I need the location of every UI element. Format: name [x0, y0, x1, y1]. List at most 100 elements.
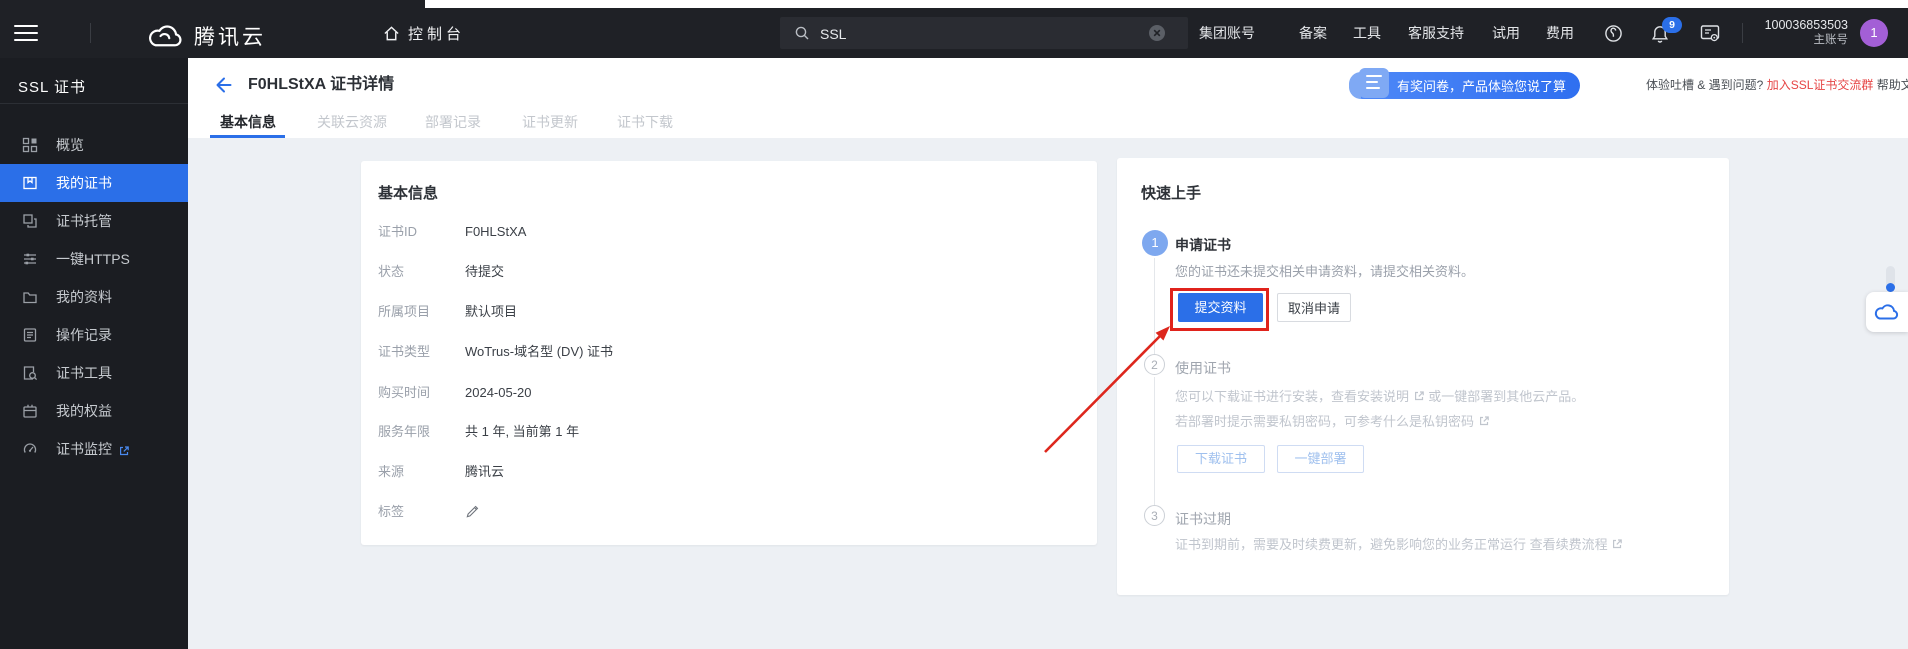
tab-certificate-renewal[interactable]: 证书更新 [522, 112, 578, 138]
step-1-description: 您的证书还未提交相关申请资料，请提交相关资料。 [1175, 263, 1474, 281]
sidebar-item-overview[interactable]: 概览 [0, 126, 188, 164]
page-title: F0HLStXA 证书详情 [248, 74, 394, 96]
sidebar-item-one-click-https[interactable]: 一键HTTPS [0, 240, 188, 278]
tencent-cloud-logo[interactable]: 腾讯云 [147, 21, 266, 51]
basic-info-card: 基本信息 证书IDF0HLStXA 状态待提交 所属项目默认项目 证书类型WoT… [361, 161, 1097, 545]
nav-support[interactable]: 客服支持 [1408, 8, 1464, 58]
my-profile-icon [22, 289, 38, 305]
console-settings-icon[interactable] [1700, 24, 1720, 42]
page-header: F0HLStXA 证书详情 有奖问卷，产品体验您说了算 体验吐槽 & 遇到问题?… [188, 58, 1908, 139]
status-value: 待提交 [465, 263, 504, 281]
hamburger-menu-icon[interactable] [14, 25, 38, 41]
survey-doc-icon [1359, 68, 1389, 98]
join-group-link[interactable]: 加入SSL证书交流群 [1767, 78, 1874, 92]
external-link-icon [1611, 538, 1623, 550]
step-3-title: 证书过期 [1175, 509, 1231, 529]
step-3-description: 证书到期前，需要及时续费更新，避免影响您的业务正常运行 查看续费流程 [1175, 536, 1623, 554]
sidebar-item-my-profile[interactable]: 我的资料 [0, 278, 188, 316]
topbar: 腾讯云 控制台 集团账号 备案 工具 客服支持 试用 费用 [0, 8, 1908, 58]
logo-text: 腾讯云 [194, 21, 266, 51]
nav-icp-filing[interactable]: 备案 [1299, 8, 1327, 58]
certificate-id-value: F0HLStXA [465, 223, 526, 241]
private-key-text[interactable]: 若部署时提示需要私钥密码，可参考什么是私钥密码 [1175, 414, 1478, 429]
external-link-icon [1413, 390, 1425, 402]
renewal-process-text[interactable]: 证书到期前，需要及时续费更新，避免影响您的业务正常运行 查看续费流程 [1175, 537, 1611, 552]
field-label: 所属项目 [378, 303, 430, 321]
browser-strip [0, 0, 1908, 8]
cancel-application-button[interactable]: 取消申请 [1277, 293, 1351, 322]
tab-bar: 基本信息 关联云资源 部署记录 证书更新 证书下载 [188, 112, 1908, 138]
one-click-https-icon [22, 251, 38, 267]
edit-tags-icon[interactable] [465, 504, 480, 519]
service-period-value: 共 1 年, 当前第 1 年 [465, 423, 579, 441]
step-2-description-line1: 您可以下载证书进行安装，查看安装说明 或一键部署到其他云产品。 [1175, 388, 1584, 406]
sidebar-item-label: 我的权益 [56, 392, 112, 430]
console-label: 控制台 [408, 23, 465, 44]
contact-widget[interactable] [1866, 292, 1908, 332]
account-id: 100036853503 [1750, 18, 1848, 33]
search-clear-icon[interactable] [1149, 25, 1165, 41]
topbar-divider [1742, 23, 1743, 43]
home-icon [383, 25, 400, 42]
my-benefits-icon [22, 403, 38, 419]
search-box [780, 17, 1188, 49]
quick-start-card: 快速上手 1 申请证书 您的证书还未提交相关申请资料，请提交相关资料。 提交资料… [1117, 158, 1729, 595]
sidebar-item-label: 证书工具 [56, 354, 112, 392]
install-guide-text[interactable]: 您可以下载证书进行安装，查看安装说明 [1175, 389, 1413, 404]
account-role: 主账号 [1750, 33, 1848, 48]
back-button[interactable] [212, 74, 234, 96]
sidebar-divider [0, 103, 188, 104]
field-label: 证书类型 [378, 343, 430, 361]
sidebar-item-label: 证书监控 [56, 430, 112, 468]
project-value: 默认项目 [465, 303, 517, 321]
one-click-deploy-button[interactable]: 一键部署 [1277, 445, 1364, 473]
my-certificates-icon [22, 175, 38, 191]
survey-text: 有奖问卷，产品体验您说了算 [1397, 76, 1566, 95]
sidebar-item-my-benefits[interactable]: 我的权益 [0, 392, 188, 430]
submit-materials-button[interactable]: 提交资料 [1178, 293, 1263, 322]
sidebar-title: SSL 证书 [18, 76, 86, 97]
field-label: 状态 [378, 263, 404, 281]
avatar[interactable]: 1 [1860, 19, 1888, 47]
step-2-title: 使用证书 [1175, 358, 1231, 378]
console-link[interactable]: 控制台 [383, 8, 465, 58]
survey-banner[interactable]: 有奖问卷，产品体验您说了算 [1349, 72, 1580, 99]
cloud-logo-icon [147, 24, 185, 48]
sidebar-item-label: 我的证书 [56, 164, 112, 202]
nav-tools[interactable]: 工具 [1353, 8, 1381, 58]
account-info[interactable]: 100036853503 主账号 [1750, 18, 1848, 48]
sidebar-item-certificate-monitor[interactable]: 证书监控 [0, 430, 188, 468]
field-label: 证书ID [378, 223, 417, 241]
nav-group-account[interactable]: 集团账号 [1199, 8, 1255, 58]
step-connector [1154, 258, 1155, 354]
overview-icon [22, 137, 38, 153]
sidebar-item-label: 我的资料 [56, 278, 112, 316]
service-icon[interactable] [1604, 24, 1623, 43]
sidebar-item-operation-log[interactable]: 操作记录 [0, 316, 188, 354]
download-certificate-button[interactable]: 下载证书 [1177, 445, 1265, 473]
sidebar-item-certificate-hosting[interactable]: 证书托管 [0, 202, 188, 240]
tab-deployment-records[interactable]: 部署记录 [425, 112, 481, 138]
sidebar-item-certificate-tools[interactable]: 证书工具 [0, 354, 188, 392]
step-3-number: 3 [1144, 505, 1165, 526]
search-input[interactable] [818, 17, 1122, 51]
nav-billing[interactable]: 费用 [1546, 8, 1574, 58]
field-label: 来源 [378, 463, 404, 481]
deploy-text: 或一键部署到其他云产品。 [1425, 389, 1585, 404]
quick-start-title: 快速上手 [1141, 182, 1201, 203]
browser-strip-dark [0, 0, 425, 8]
tab-associated-cloud-resources[interactable]: 关联云资源 [317, 112, 387, 138]
sidebar-item-my-certificates[interactable]: 我的证书 [0, 164, 188, 202]
feedback-text: 体验吐槽 & 遇到问题? [1646, 78, 1767, 92]
notification-badge: 9 [1662, 17, 1682, 33]
tencent-cloud-console: 腾讯云 控制台 集团账号 备案 工具 客服支持 试用 费用 [0, 0, 1908, 649]
field-label: 购买时间 [378, 384, 430, 402]
certificate-type-value: WoTrus-域名型 (DV) 证书 [465, 343, 613, 361]
step-connector [1154, 377, 1155, 505]
help-doc-link[interactable]: 帮助文档 [1873, 78, 1908, 92]
tab-certificate-download[interactable]: 证书下载 [617, 112, 673, 138]
field-label: 服务年限 [378, 423, 430, 441]
nav-trial[interactable]: 试用 [1492, 8, 1520, 58]
scroll-indicator[interactable] [1886, 266, 1895, 292]
external-link-icon [118, 443, 130, 461]
